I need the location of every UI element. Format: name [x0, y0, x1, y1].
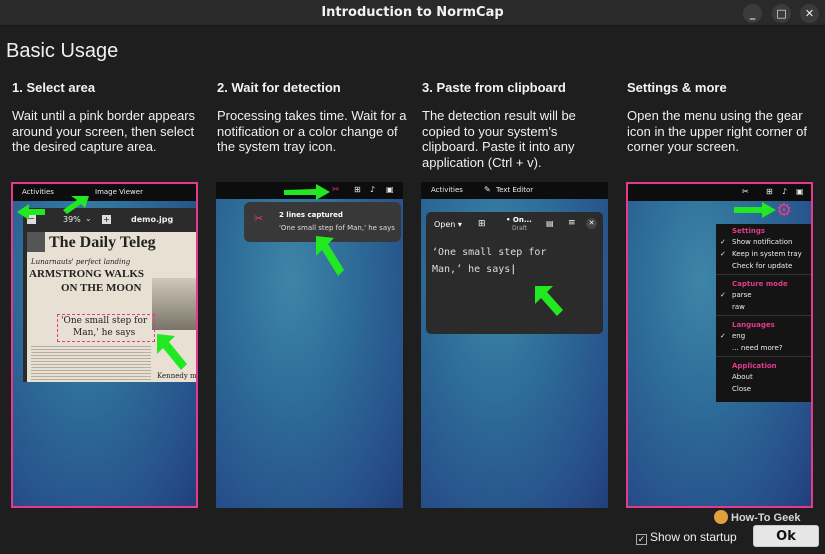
menu-item[interactable]: Check for update — [716, 260, 811, 272]
network-icon: ⊞ — [766, 187, 773, 196]
arrow-icon — [157, 334, 187, 370]
step-wait-detection: 2. Wait for detection Processing takes t… — [217, 80, 407, 155]
screenshot-select-area: Activities Image Viewer − 39% ⌄ + demo.j… — [11, 182, 198, 508]
menu-section-title: Languages — [732, 321, 775, 329]
screenshot-settings: ✂ ⊞ ♪ ▣ ⚙ SettingsShow notificationKeep … — [626, 182, 813, 508]
screenshot-text-editor: Activities ✎ Text Editor Open ▾ ⊞ • On..… — [421, 182, 608, 508]
menu-divider — [716, 274, 811, 275]
normcap-tray-icon: ✂ — [332, 185, 340, 195]
menu-section-title: Settings — [732, 227, 766, 235]
save-icon[interactable]: ▤ — [546, 219, 554, 228]
menu-item[interactable]: ... need more? — [716, 342, 811, 354]
checkbox-label: Show on startup — [650, 530, 737, 544]
maximize-button[interactable]: □ — [772, 4, 791, 23]
top-bar: ✂ ⊞ ♪ ▣ — [628, 184, 811, 201]
step-text: The detection result will be copied to y… — [422, 108, 576, 170]
menu-item[interactable]: Keep in system tray — [716, 248, 811, 260]
document-state: Draft — [512, 225, 528, 232]
normcap-icon: ✂ — [254, 212, 264, 225]
notification-title: 2 lines captured — [279, 211, 343, 219]
file-name: demo.jpg — [131, 215, 174, 224]
menu-section-title: Capture mode — [732, 280, 788, 288]
battery-icon: ▣ — [796, 187, 804, 196]
network-icon: ⊞ — [354, 185, 361, 194]
document-title: • On... — [506, 216, 532, 224]
volume-icon: ♪ — [370, 185, 376, 194]
activities-label: Activities — [431, 186, 463, 194]
text-cursor: | — [510, 264, 517, 275]
menu-divider — [716, 315, 811, 316]
ok-button[interactable]: Ok — [753, 525, 819, 547]
astronaut-photo — [152, 278, 196, 330]
gear-icon[interactable]: ⚙ — [776, 202, 792, 220]
step-text: Processing takes time. Wait for a notifi… — [217, 108, 407, 154]
minimize-button[interactable]: _ — [743, 4, 762, 23]
page-heading: Basic Usage — [6, 40, 119, 62]
newspaper-quote-2: Man,' he says — [73, 328, 136, 338]
menu-item[interactable]: Show notification — [716, 236, 811, 248]
text-editor-window: Open ▾ ⊞ • On... Draft ▤ ≡ ✕ ‘One small … — [426, 212, 603, 334]
watermark-text: How-To Geek — [731, 512, 801, 524]
close-icon[interactable]: ✕ — [586, 218, 597, 229]
new-document-icon[interactable]: ⊞ — [478, 219, 486, 229]
arrow-icon — [535, 286, 563, 316]
editor-line: Man,’ he says — [432, 264, 511, 275]
close-button[interactable]: ✕ — [800, 4, 819, 23]
newspaper-columns — [31, 344, 151, 380]
editor-line: ‘One small step for — [432, 247, 547, 258]
step-title: 1. Select area — [12, 80, 96, 95]
app-name: Text Editor — [496, 186, 534, 194]
notification-text: 'One small step fof Man,' he says — [279, 224, 395, 232]
arrow-icon — [17, 196, 89, 220]
newspaper-headline-2: ON THE MOON — [61, 282, 142, 294]
top-bar: Activities ✎ Text Editor — [421, 182, 608, 199]
arrow-icon — [316, 236, 344, 276]
newspaper-headline: ARMSTRONG WALKS — [29, 268, 145, 280]
title-bar: Introduction to NormCap _ □ ✕ — [0, 0, 825, 26]
battery-icon: ▣ — [386, 185, 394, 194]
menu-item[interactable]: Close — [716, 383, 811, 395]
window-title: Introduction to NormCap — [321, 5, 504, 20]
menu-divider — [716, 356, 811, 357]
menu-icon[interactable]: ≡ — [568, 218, 576, 228]
editor-content[interactable]: ‘One small step for Man,’ he says| — [432, 244, 546, 278]
step-title: Settings & more — [627, 80, 727, 95]
arrow-icon — [734, 202, 776, 218]
show-on-startup-checkbox[interactable]: ✓ Show on startup — [636, 530, 737, 545]
menu-item[interactable]: parse — [716, 289, 811, 301]
newspaper-title: The Daily Teleg — [49, 234, 156, 251]
volume-icon: ♪ — [782, 187, 788, 196]
arrow-icon — [284, 184, 330, 200]
step-title: 2. Wait for detection — [217, 80, 341, 95]
open-label: Open — [434, 220, 456, 229]
menu-item[interactable]: eng — [716, 330, 811, 342]
howtogeek-logo — [714, 510, 728, 524]
open-button[interactable]: Open ▾ — [434, 220, 462, 229]
step-text: Wait until a pink border appears around … — [12, 108, 196, 154]
step-title: 3. Paste from clipboard — [422, 80, 566, 95]
step-select-area: 1. Select area Wait until a pink border … — [12, 80, 202, 155]
screenshot-notification: ✂ ⊞ ♪ ▣ ✂ 2 lines captured 'One small st… — [216, 182, 403, 508]
newspaper-subhead: Lunarnauts' perfect landing — [31, 258, 131, 266]
settings-menu: SettingsShow notificationKeep in system … — [716, 224, 811, 402]
watermark: How-To Geek — [714, 510, 800, 524]
menu-item[interactable]: raw — [716, 301, 811, 313]
step-settings: Settings & more Open the menu using the … — [627, 80, 817, 155]
step-paste-clipboard: 3. Paste from clipboard The detection re… — [422, 80, 612, 170]
menu-item[interactable]: About — [716, 371, 811, 383]
normcap-tray-icon: ✂ — [742, 187, 749, 196]
newspaper-quote: 'One small step for — [61, 316, 148, 326]
step-text: Open the menu using the gear icon in the… — [627, 108, 807, 154]
menu-section-title: Application — [732, 362, 777, 370]
checkbox-icon[interactable]: ✓ — [636, 534, 647, 545]
text-editor-icon: ✎ — [484, 185, 491, 194]
